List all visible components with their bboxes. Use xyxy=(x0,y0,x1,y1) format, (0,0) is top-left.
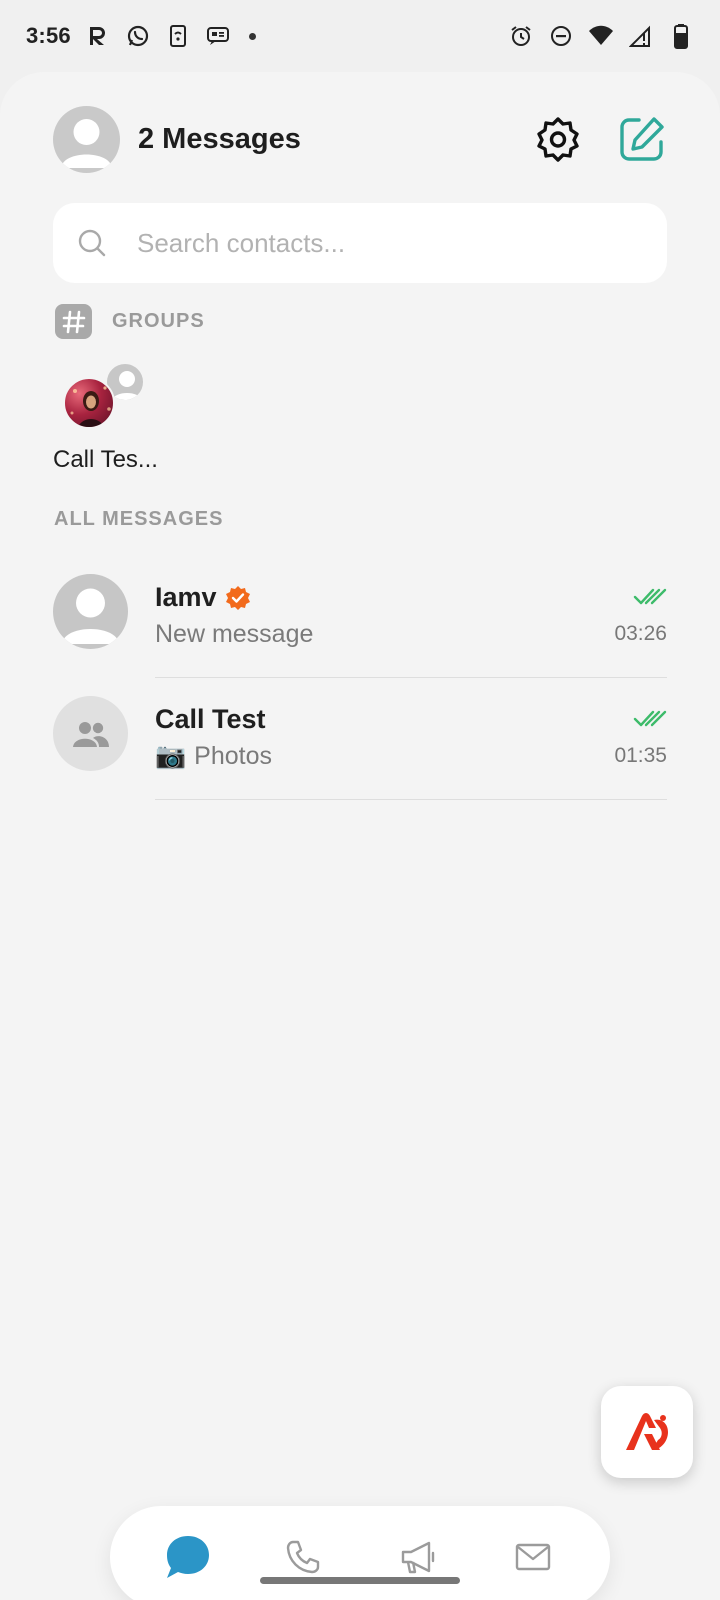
phone-link-icon xyxy=(165,23,191,49)
nav-chats[interactable] xyxy=(158,1527,218,1587)
conversation-row[interactable]: Iamv New message 03:26 xyxy=(53,556,667,678)
hashtag-icon xyxy=(55,304,92,339)
dot-icon xyxy=(248,32,256,40)
home-indicator[interactable] xyxy=(260,1577,460,1584)
groups-section-header: GROUPS xyxy=(55,304,205,339)
conversation-time: 03:26 xyxy=(614,622,667,645)
message-box-icon xyxy=(205,23,231,49)
whatsapp-icon xyxy=(125,23,151,49)
compose-button[interactable] xyxy=(617,114,667,164)
battery-icon xyxy=(668,23,694,49)
conversation-preview: New message xyxy=(155,620,313,649)
bottom-nav xyxy=(110,1506,610,1600)
group-member-photo xyxy=(63,377,115,429)
r-app-icon xyxy=(85,23,111,49)
signal-icon xyxy=(628,23,654,49)
phone-icon xyxy=(286,1540,319,1574)
search-input[interactable] xyxy=(137,227,617,259)
app-launcher-button[interactable] xyxy=(601,1386,693,1478)
person-icon xyxy=(61,118,112,168)
group-item[interactable]: Call Tes... xyxy=(53,358,193,474)
status-right xyxy=(508,23,694,49)
search-icon xyxy=(78,229,106,257)
conversation-name: Iamv xyxy=(155,582,217,612)
status-time: 3:56 xyxy=(26,23,71,48)
nav-mail[interactable] xyxy=(503,1527,563,1587)
wifi-icon xyxy=(588,23,614,49)
person-avatar xyxy=(53,574,128,649)
group-avatars xyxy=(53,358,153,438)
conversation-time: 01:35 xyxy=(614,744,667,767)
group-name: Call Tes... xyxy=(53,446,158,473)
conversation-title: Call Test xyxy=(155,704,266,735)
conversation-title: Iamv xyxy=(155,582,251,613)
header: 2 Messages xyxy=(53,104,667,174)
gear-icon xyxy=(537,117,579,162)
mail-icon xyxy=(515,1543,550,1571)
alarm-icon xyxy=(508,23,534,49)
settings-button[interactable] xyxy=(533,114,583,164)
profile-avatar[interactable] xyxy=(53,105,120,173)
preview-text: Photos xyxy=(194,742,272,770)
compose-icon xyxy=(620,117,664,161)
all-messages-label: ALL MESSAGES xyxy=(54,508,224,530)
double-check-icon xyxy=(633,710,667,727)
conversation-row[interactable]: Call Test 📷 Photos 01:35 xyxy=(53,678,667,800)
megaphone-icon xyxy=(401,1541,434,1574)
page-title: 2 Messages xyxy=(138,122,301,155)
do-not-disturb-icon xyxy=(548,23,574,49)
conversation-name: Call Test xyxy=(155,704,266,734)
double-check-icon xyxy=(633,588,667,605)
app-logo-icon xyxy=(626,1413,668,1450)
people-icon xyxy=(72,721,109,747)
groups-label: GROUPS xyxy=(112,310,205,332)
divider xyxy=(155,798,667,800)
group-avatar xyxy=(53,696,128,771)
main-sheet: 2 Messages Search contacts... GROUPS Cal… xyxy=(0,72,720,1600)
header-actions xyxy=(533,114,667,164)
verified-badge-icon xyxy=(225,585,250,610)
preview-text: New message xyxy=(155,620,314,648)
camera-icon: 📷 xyxy=(155,742,187,770)
status-left: 3:56 xyxy=(26,23,256,49)
chat-icon xyxy=(166,1536,209,1578)
status-bar: 3:56 xyxy=(0,0,720,72)
search-bar[interactable] xyxy=(53,203,667,283)
conversation-preview: 📷 Photos xyxy=(155,742,272,771)
